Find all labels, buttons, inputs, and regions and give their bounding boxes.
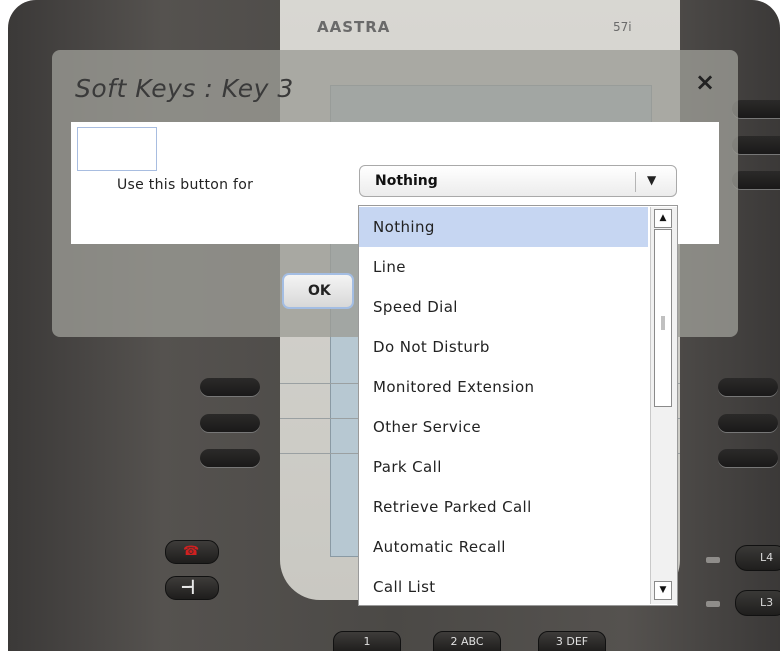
select-divider [635, 172, 636, 192]
close-button[interactable]: × [693, 70, 717, 94]
phone-model-label: 57i [613, 20, 632, 34]
dropdown-option-other-service[interactable]: Other Service [359, 407, 648, 447]
phone-softkey-right-1 [718, 378, 778, 396]
phone-softkey-right-top-2 [732, 136, 780, 154]
scrollbar-grip [661, 316, 665, 330]
dropdown-option-do-not-disturb[interactable]: Do Not Disturb [359, 327, 648, 367]
button-use-label: Use this button for [117, 177, 254, 193]
dropdown-option-retrieve-parked-call[interactable]: Retrieve Parked Call [359, 487, 648, 527]
dropdown-option-call-list[interactable]: Call List [359, 567, 648, 605]
phone-softkey-right-top-1 [732, 100, 780, 118]
dropdown-option-line[interactable]: Line [359, 247, 648, 287]
line-key-l3: L3 [735, 590, 780, 616]
dial-key-3: 3 DEF [538, 631, 606, 651]
phone-softkey-right-3 [718, 449, 778, 467]
focus-indicator [77, 127, 157, 171]
button-function-select[interactable]: Nothing ▼ [359, 165, 677, 197]
scroll-down-icon[interactable]: ▼ [654, 581, 672, 600]
dropdown-option-monitored-extension[interactable]: Monitored Extension [359, 367, 648, 407]
dropdown-option-speed-dial[interactable]: Speed Dial [359, 287, 648, 327]
wrench-icon: ━┫ [182, 580, 197, 594]
phone-softkey-left-2 [200, 414, 260, 432]
phone-softkey-left-3 [200, 449, 260, 467]
phone-softkey-left-1 [200, 378, 260, 396]
phone-softkey-right-2 [718, 414, 778, 432]
dropdown-scrollbar[interactable]: ▲ ▼ [650, 207, 677, 604]
select-current-value: Nothing [375, 173, 438, 189]
line-led-l3 [706, 601, 720, 607]
dropdown-option-park-call[interactable]: Park Call [359, 447, 648, 487]
function-dropdown-list: Nothing Line Speed Dial Do Not Disturb M… [358, 205, 678, 606]
phone-options-key: ━┫ [165, 576, 219, 600]
line-key-l4: L4 [735, 545, 780, 571]
phone-goodbye-key: ☎ [165, 540, 219, 564]
line-led-l4 [706, 557, 720, 563]
chevron-down-icon[interactable]: ▼ [647, 173, 656, 187]
ok-button[interactable]: OK [282, 273, 354, 309]
dialog-title: Soft Keys : Key 3 [75, 74, 294, 103]
phone-softkey-right-top-3 [732, 171, 780, 189]
scroll-up-icon[interactable]: ▲ [654, 209, 672, 228]
dial-key-1: 1 [333, 631, 401, 651]
phone-brand-logo: AASTRA [317, 18, 391, 36]
dial-key-2: 2 ABC [433, 631, 501, 651]
dropdown-option-automatic-recall[interactable]: Automatic Recall [359, 527, 648, 567]
handset-icon: ☎ [183, 544, 200, 559]
dropdown-option-nothing[interactable]: Nothing [359, 207, 648, 247]
scrollbar-thumb[interactable] [654, 229, 672, 407]
